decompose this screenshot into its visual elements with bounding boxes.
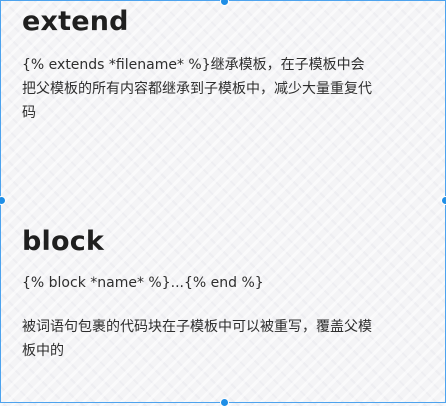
block-heading[interactable]: block	[22, 226, 432, 258]
slide-canvas: extend {% extends *filename* %}继承模板，在子模板…	[0, 0, 446, 406]
extend-section: extend {% extends *filename* %}继承模板，在子模板…	[22, 6, 432, 125]
resize-handle-left-icon[interactable]	[0, 197, 5, 204]
resize-handle-right-icon[interactable]	[442, 197, 446, 204]
resize-handle-top-icon[interactable]	[221, 0, 228, 5]
extend-description[interactable]: {% extends *filename* %}继承模板，在子模板中会把父模板的…	[22, 53, 372, 125]
block-description[interactable]: 被词语句包裹的代码块在子模板中可以被重写，覆盖父模板中的	[22, 315, 372, 363]
block-syntax[interactable]: {% block *name* %}...{% end %}	[22, 271, 432, 295]
extend-heading[interactable]: extend	[22, 6, 432, 38]
block-section: block {% block *name* %}...{% end %} 被词语…	[22, 226, 432, 363]
